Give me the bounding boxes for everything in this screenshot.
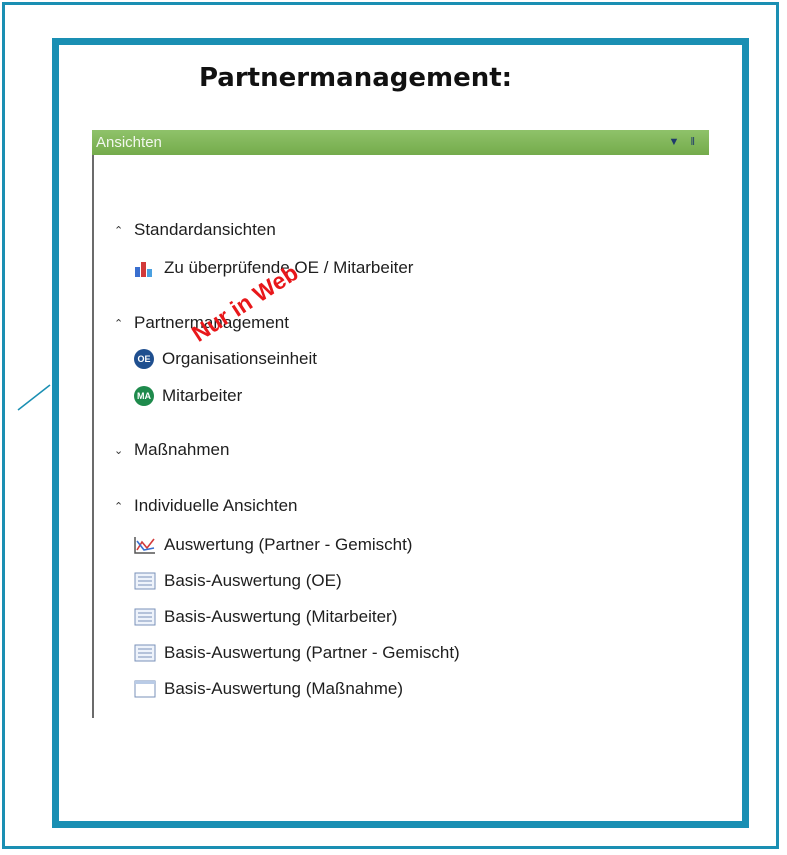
section-individuelle-ansichten[interactable]: ⌃ Individuelle Ansichten xyxy=(114,496,298,516)
view-item-basis-oe[interactable]: Basis-Auswertung (OE) xyxy=(134,571,342,591)
chevron-up-icon: ⌃ xyxy=(114,500,124,513)
dropdown-arrow-icon[interactable]: ▼ xyxy=(669,136,680,148)
bar-chart-icon xyxy=(135,262,152,277)
section-massnahmen[interactable]: ⌄ Maßnahmen xyxy=(114,440,229,460)
window-icon xyxy=(134,680,156,698)
panel-left-border xyxy=(92,155,94,718)
ma-badge-icon: MA xyxy=(134,386,154,406)
view-item-mitarbeiter[interactable]: MA Mitarbeiter xyxy=(134,386,242,406)
view-item-basis-mitarbeiter[interactable]: Basis-Auswertung (Mitarbeiter) xyxy=(134,607,397,627)
views-panel: Ansichten ▼ ‖ ⌃ Standardansichten Zu übe… xyxy=(92,130,709,720)
view-item-basis-massnahme[interactable]: Basis-Auswertung (Maßnahme) xyxy=(134,679,403,699)
view-item-basis-partner[interactable]: Basis-Auswertung (Partner - Gemischt) xyxy=(134,643,460,663)
chevron-down-icon: ⌄ xyxy=(114,444,124,457)
chevron-up-icon: ⌃ xyxy=(114,317,124,330)
view-item-organisationseinheit[interactable]: OE Organisationseinheit xyxy=(134,349,317,369)
chevron-up-icon: ⌃ xyxy=(114,224,124,237)
table-icon xyxy=(134,644,156,662)
chart-line-icon xyxy=(134,537,155,554)
panel-header-icons: ▼ ‖ xyxy=(661,130,696,155)
panel-header: Ansichten ▼ ‖ xyxy=(92,130,709,155)
view-item-auswertung-partner[interactable]: Auswertung (Partner - Gemischt) xyxy=(134,535,412,555)
oe-badge-icon: OE xyxy=(134,349,154,369)
table-icon xyxy=(134,572,156,590)
section-standardansichten[interactable]: ⌃ Standardansichten xyxy=(114,220,276,240)
table-icon xyxy=(134,608,156,626)
pin-icon[interactable]: ‖ xyxy=(690,136,695,148)
panel-header-title: Ansichten xyxy=(96,134,162,151)
slide-title: Partnermanagement: xyxy=(198,63,513,93)
